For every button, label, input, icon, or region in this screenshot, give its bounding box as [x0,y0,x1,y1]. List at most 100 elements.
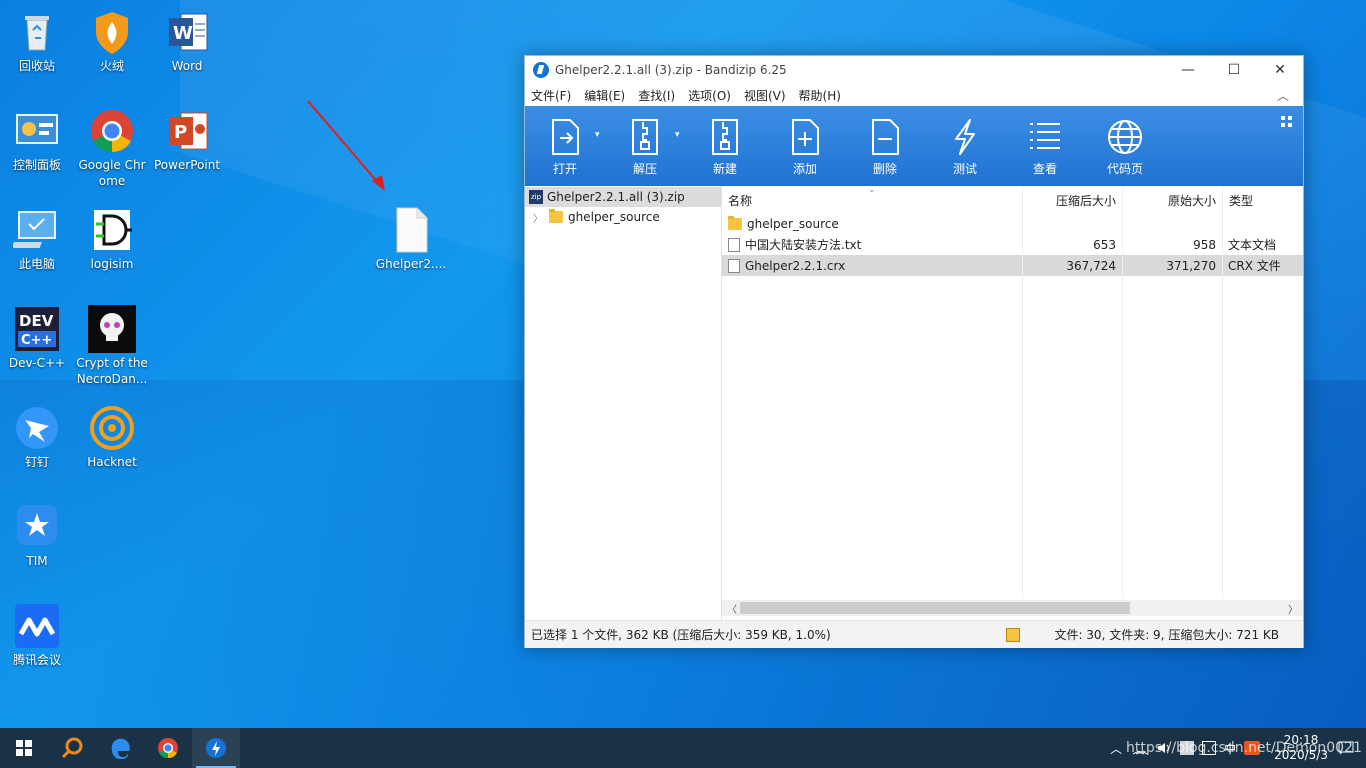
new-archive-icon [712,119,738,155]
tree-root-item[interactable]: zip Ghelper2.2.1.all (3).zip [525,187,721,207]
scrollbar-thumb[interactable] [740,602,1130,614]
word-icon: W [163,8,211,56]
desktop-icon-label: 火绒 [99,59,124,73]
desktop-icon-label: Ghelper2.... [375,257,447,271]
desktop-icon-label: PowerPoint [153,158,221,172]
codepage-globe-icon [1108,120,1142,154]
desktop-icon-label: 此电脑 [18,257,55,271]
desktop-icon-control-panel[interactable]: 控制面板 [0,107,74,173]
scroll-left-icon[interactable]: 〈 [727,601,737,616]
taskbar-chrome[interactable] [144,728,192,768]
file-compressed-size: 653 [1093,237,1116,252]
search-icon [61,737,83,759]
huorong-icon [88,8,136,56]
desktop-icon-recycle-bin[interactable]: 回收站 [0,8,74,74]
menu-view[interactable]: 视图(V) [744,87,786,104]
svg-text:C++: C++ [21,333,52,348]
desktop-icon-huorong[interactable]: 火绒 [75,8,149,74]
file-list-header: 名称 ⌄ 压缩后大小 原始大小 类型 [722,186,1303,214]
tree-item-ghelper-source[interactable]: 〉 ghelper_source [525,207,721,227]
collapse-chevron-icon[interactable]: ︿ [1277,87,1289,104]
column-header-type[interactable]: 类型 [1222,186,1303,214]
add-file-icon [792,119,819,155]
logisim-icon [88,206,136,254]
file-original-size: 371,270 [1166,258,1216,273]
file-row[interactable]: 中国大陆安装方法.txt 653 958 文本文档 [722,234,1303,255]
open-button[interactable]: 打开 [525,106,605,186]
bandizip-app-icon [533,62,549,78]
close-button[interactable]: ✕ [1257,56,1303,84]
crypt-necrodancer-icon [88,305,136,353]
layout-grid-icon[interactable] [1281,116,1293,128]
start-button[interactable] [0,728,48,768]
control-panel-icon [13,107,61,155]
view-button[interactable]: 查看 [1005,106,1085,186]
file-name: ghelper_source [747,216,839,231]
horizontal-scrollbar[interactable]: 〈 〉 [722,600,1303,616]
menu-options[interactable]: 选项(O) [688,87,731,104]
desktop-icon-ghelper-file[interactable]: Ghelper2.... [374,206,448,272]
tray-chevron-up-icon[interactable]: ︿ [1110,740,1122,757]
desktop-icon-label: logisim [90,257,134,271]
desktop-icon-hacknet[interactable]: Hacknet [75,404,149,470]
column-header-original[interactable]: 原始大小 [1122,186,1222,214]
menu-find[interactable]: 查找(I) [638,87,675,104]
desktop-icon-powerpoint[interactable]: P PowerPoint [150,107,224,173]
column-header-compressed[interactable]: 压缩后大小 [1022,186,1122,214]
taskbar-bandizip[interactable] [192,728,240,768]
file-row[interactable]: ghelper_source [722,213,1303,234]
menu-file[interactable]: 文件(F) [531,87,571,104]
watermark: https://blog.csdn.net/Demon0021 [1126,740,1362,756]
desktop-icon-label: TIM [26,554,48,568]
column-header-name[interactable]: 名称 ⌄ [722,186,1022,214]
status-archive: 文件: 30, 文件夹: 9, 压缩包大小: 721 KB [1054,628,1279,642]
add-button[interactable]: 添加 [765,106,845,186]
add-label: 添加 [792,162,817,176]
file-row-selected[interactable]: Ghelper2.2.1.crx 367,724 371,270 CRX 文件 [722,255,1303,276]
status-selection: 已选择 1 个文件, 362 KB (压缩后大小: 359 KB, 1.0%) [531,628,831,642]
minimize-button[interactable]: — [1165,56,1211,84]
tree-item-label: ghelper_source [568,210,660,224]
new-archive-button[interactable]: 新建 [685,106,765,186]
desktop-icon-word[interactable]: W Word [150,8,224,74]
desktop-icon-label: 腾讯会议 [12,653,61,667]
extract-button[interactable]: 解压 [605,106,685,186]
annotation-arrow [307,100,385,191]
delete-file-icon [872,119,899,155]
desktop-icon-tencent-meeting[interactable]: 腾讯会议 [0,602,74,668]
desktop-icon-chrome[interactable]: Google Chrome [75,107,149,189]
desktop-icon-crypt-necrodancer[interactable]: Crypt of the NecroDan... [75,305,149,387]
window-titlebar[interactable]: Ghelper2.2.1.all (3).zip - Bandizip 6.25… [525,56,1303,84]
recycle-bin-icon [13,8,61,56]
chrome-icon [88,107,136,155]
desktop-icon-dingtalk[interactable]: 钉钉 [0,404,74,470]
delete-button[interactable]: 删除 [845,106,925,186]
edge-icon [111,738,130,759]
chevron-right-icon[interactable]: 〉 [533,210,549,225]
menu-edit[interactable]: 编辑(E) [584,87,625,104]
taskbar-edge[interactable] [96,728,144,768]
bandizip-window: Ghelper2.2.1.all (3).zip - Bandizip 6.25… [524,55,1304,648]
desktop-icon-label: Crypt of the NecroDan... [76,356,148,386]
tree-root-label: Ghelper2.2.1.all (3).zip [547,190,685,204]
archive-info-icon[interactable] [1006,627,1021,642]
test-button[interactable]: 测试 [925,106,1005,186]
desktop-icon-devcpp[interactable]: DEV C++ Dev-C++ [0,305,74,371]
desktop-icon-this-pc[interactable]: 此电脑 [0,206,74,272]
desktop-icon-label: Word [171,59,203,73]
text-file-icon [728,237,740,252]
desktop-icon-logisim[interactable]: logisim [75,206,149,272]
chrome-icon [158,738,178,759]
menu-help[interactable]: 帮助(H) [799,87,841,104]
desktop-icon-label: Hacknet [87,455,137,469]
file-name: 中国大陆安装方法.txt [745,238,862,252]
desktop-icon-label: Google Chrome [78,158,146,188]
scroll-right-icon[interactable]: 〉 [1288,601,1298,616]
desktop-icon-label: 钉钉 [24,455,49,469]
desktop-icon-label: 回收站 [18,59,55,73]
view-label: 查看 [1032,162,1057,176]
codepage-button[interactable]: 代码页 [1085,106,1165,186]
maximize-button[interactable]: ☐ [1211,56,1257,84]
search-button[interactable] [48,728,96,768]
desktop-icon-tim[interactable]: TIM [0,503,74,569]
